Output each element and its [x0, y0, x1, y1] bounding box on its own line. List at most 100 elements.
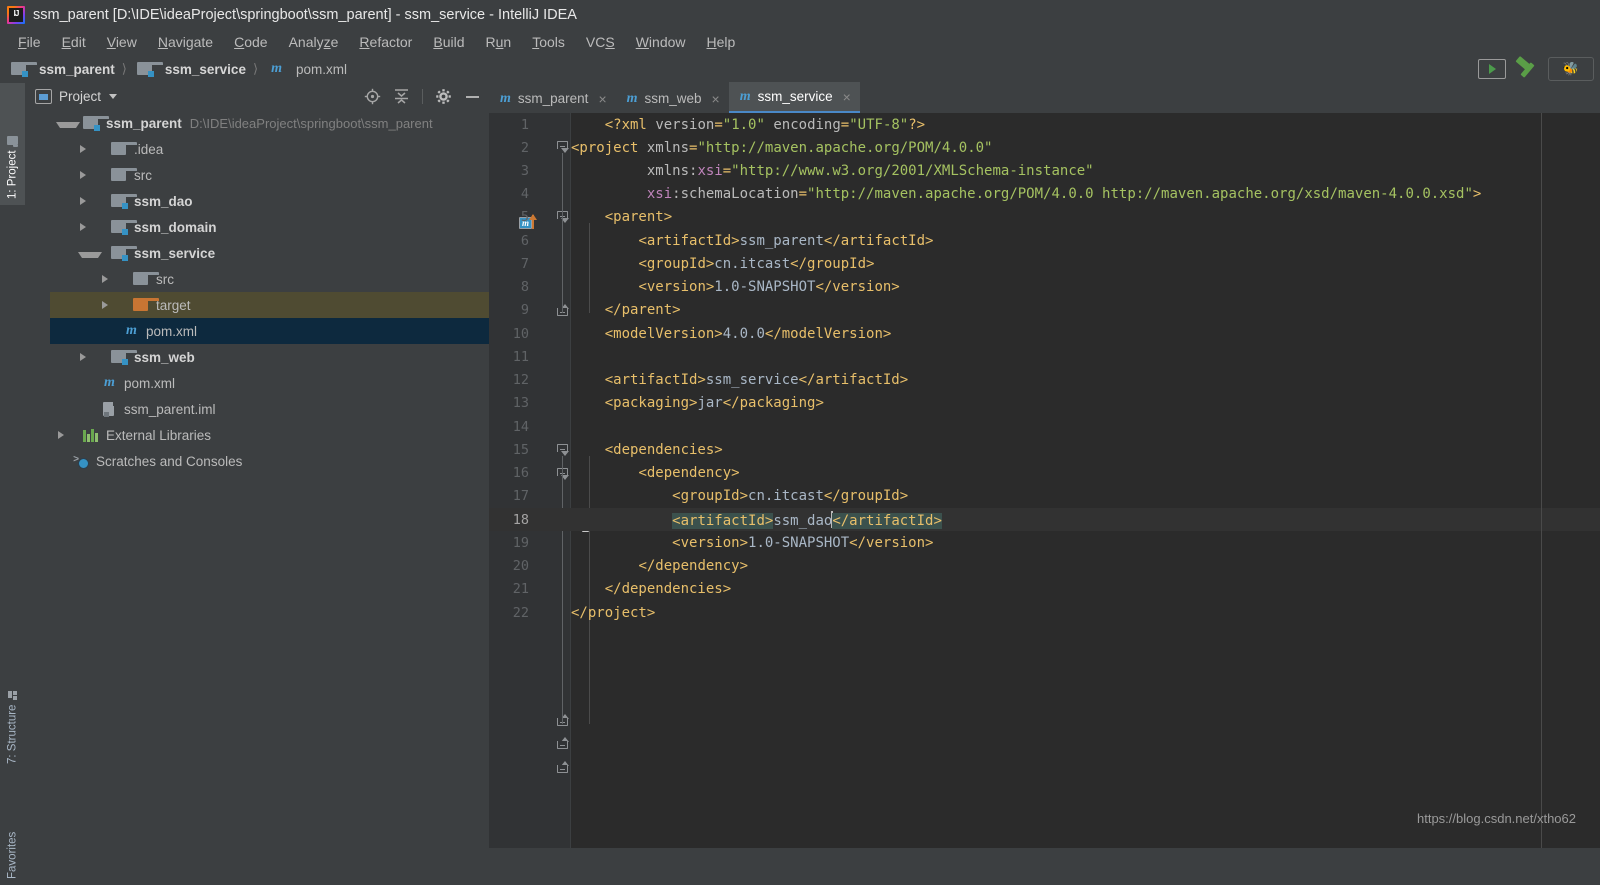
run-configuration-icon[interactable]	[1478, 59, 1506, 79]
hide-minimize-icon[interactable]	[464, 88, 481, 105]
menu-refactor[interactable]: Refactor	[349, 32, 422, 52]
close-icon[interactable]: ×	[598, 91, 606, 107]
code-line-6: 6 <artifactId>ssm_parent</artifactId>	[489, 229, 1600, 252]
menu-analyze[interactable]: Analyze	[279, 32, 349, 52]
left-tool-window-strip: 1: Project 7: Structure Favorites	[0, 83, 26, 879]
ant-build-icon[interactable]: 🐝	[1548, 57, 1594, 81]
module-folder-icon	[111, 220, 137, 235]
line-number: 19	[512, 534, 529, 551]
code-editor[interactable]: m 1 <?xml version="1.0" encoding="UTF-8"…	[489, 113, 1600, 848]
breadcrumb-item-ssm_parent[interactable]: ssm_parent	[8, 62, 115, 77]
menu-edit[interactable]: Edit	[52, 32, 96, 52]
sidebar-tab-structure[interactable]: 7: Structure	[0, 643, 25, 770]
chevron-right-icon[interactable]	[80, 171, 102, 179]
tree-row-ssm_domain[interactable]: ssm_domain	[50, 214, 514, 240]
editor-tab-ssm_service[interactable]: m ssm_service ×	[728, 82, 860, 113]
tree-item-label: Scratches and Consoles	[96, 453, 243, 469]
project-view-icon	[35, 89, 52, 104]
breadcrumb-item-pom[interactable]: m pom.xml	[265, 61, 347, 77]
line-number: 21	[512, 580, 529, 597]
editor-tab-ssm_web[interactable]: m ssm_web ×	[615, 84, 729, 113]
menu-vcs[interactable]: VCS	[576, 32, 625, 52]
editor-tab-ssm_parent[interactable]: m ssm_parent ×	[489, 84, 616, 113]
code-line-2: 2 <project xmlns="http://maven.apache.or…	[489, 136, 1600, 159]
main-body: 1: Project 7: Structure Favorites Projec…	[0, 82, 1600, 879]
line-number: 14	[512, 418, 529, 435]
breadcrumb-label: pom.xml	[296, 61, 348, 77]
close-icon[interactable]: ×	[843, 89, 851, 105]
maven-m-icon: m	[500, 90, 511, 106]
code-line-1: 1 <?xml version="1.0" encoding="UTF-8"?>	[489, 113, 1600, 136]
locate-target-icon[interactable]	[364, 88, 381, 105]
chevron-right-icon[interactable]	[80, 353, 102, 361]
menu-navigate[interactable]: Navigate	[148, 32, 223, 52]
menu-file[interactable]: File	[8, 32, 51, 52]
menu-tools[interactable]: Tools	[522, 32, 575, 52]
chevron-down-icon[interactable]	[56, 121, 80, 128]
chevron-down-icon[interactable]	[109, 94, 118, 99]
tree-item-label: External Libraries	[106, 427, 212, 443]
menu-window[interactable]: Window	[626, 32, 696, 52]
code-line-9: 9 </parent>	[489, 298, 1600, 321]
tree-item-label: target	[156, 297, 191, 313]
sidebar-tab-project[interactable]: 1: Project	[0, 83, 25, 205]
project-tool-window: Project ssm_parent D:\IDE\ideaProject\sp…	[25, 83, 514, 848]
chevron-down-icon[interactable]	[78, 251, 102, 258]
tree-row-parent-pom[interactable]: m pom.xml	[50, 370, 514, 396]
maven-m-icon: m	[126, 323, 137, 338]
tree-item-label: ssm_parent.iml	[124, 401, 216, 417]
tool-tab-label: 1: Project	[6, 150, 19, 199]
scratches-icon: >_	[73, 454, 90, 469]
close-icon[interactable]: ×	[712, 91, 720, 107]
tree-item-label: ssm_web	[134, 349, 195, 365]
tree-row-iml[interactable]: ssm_parent.iml	[50, 396, 514, 422]
code-line-22: 22 </project>	[489, 601, 1600, 624]
chevron-right-icon[interactable]	[80, 145, 102, 153]
gear-settings-icon[interactable]	[435, 88, 452, 105]
folder-icon	[111, 168, 137, 182]
line-number: 6	[520, 232, 529, 249]
chevron-right-icon[interactable]	[102, 275, 124, 283]
menu-help[interactable]: Help	[697, 32, 746, 52]
tree-item-label: pom.xml	[124, 375, 176, 391]
module-folder-icon	[136, 62, 163, 77]
tree-row-service-src[interactable]: src	[50, 266, 514, 292]
tree-row-target[interactable]: target	[50, 292, 514, 318]
structure-icon	[8, 690, 18, 700]
line-number: 5	[520, 208, 529, 225]
toolbar-divider	[422, 89, 423, 104]
tree-row-service-pom[interactable]: m pom.xml	[50, 318, 514, 344]
tree-row-ssm_service[interactable]: ssm_service	[50, 240, 514, 266]
code-line-21: 21 </dependencies>	[489, 577, 1600, 600]
tree-row-ssm_parent[interactable]: ssm_parent D:\IDE\ideaProject\springboot…	[50, 110, 514, 136]
module-folder-icon	[111, 246, 137, 261]
no-chevron	[98, 323, 114, 339]
chevron-right-icon[interactable]	[80, 197, 102, 205]
no-chevron	[54, 453, 70, 469]
build-hammer-icon[interactable]	[1515, 55, 1538, 79]
tree-row-src[interactable]: src	[50, 162, 514, 188]
line-number: 12	[512, 371, 529, 388]
sidebar-tab-favorites[interactable]: Favorites	[0, 783, 25, 885]
folder-icon	[111, 142, 137, 156]
tree-row-idea[interactable]: .idea	[50, 136, 514, 162]
tree-row-scratches[interactable]: >_ Scratches and Consoles	[50, 448, 514, 474]
editor-tab-strip: m ssm_parent × m ssm_web × m ssm_service…	[489, 82, 1600, 114]
chevron-right-icon[interactable]	[58, 431, 80, 439]
chevron-right-icon[interactable]	[80, 223, 102, 231]
menu-code[interactable]: Code	[224, 32, 277, 52]
line-number: 10	[512, 325, 529, 342]
tree-row-ssm_dao[interactable]: ssm_dao	[50, 188, 514, 214]
tree-row-external-libraries[interactable]: External Libraries	[50, 422, 514, 448]
chevron-right-icon[interactable]	[102, 301, 124, 309]
menu-run[interactable]: Run	[476, 32, 522, 52]
menu-view[interactable]: View	[97, 32, 147, 52]
breadcrumb-item-ssm_service[interactable]: ssm_service	[134, 62, 246, 77]
code-line-15: 15 <dependencies>	[489, 438, 1600, 461]
editor-area: m ssm_parent × m ssm_web × m ssm_service…	[489, 82, 1600, 848]
collapse-all-icon[interactable]	[393, 88, 410, 105]
maven-m-icon: m	[626, 90, 638, 106]
code-line-19: 19 <version>1.0-SNAPSHOT</version>	[489, 531, 1600, 554]
tree-row-ssm_web[interactable]: ssm_web	[50, 344, 514, 370]
menu-build[interactable]: Build	[423, 32, 474, 52]
